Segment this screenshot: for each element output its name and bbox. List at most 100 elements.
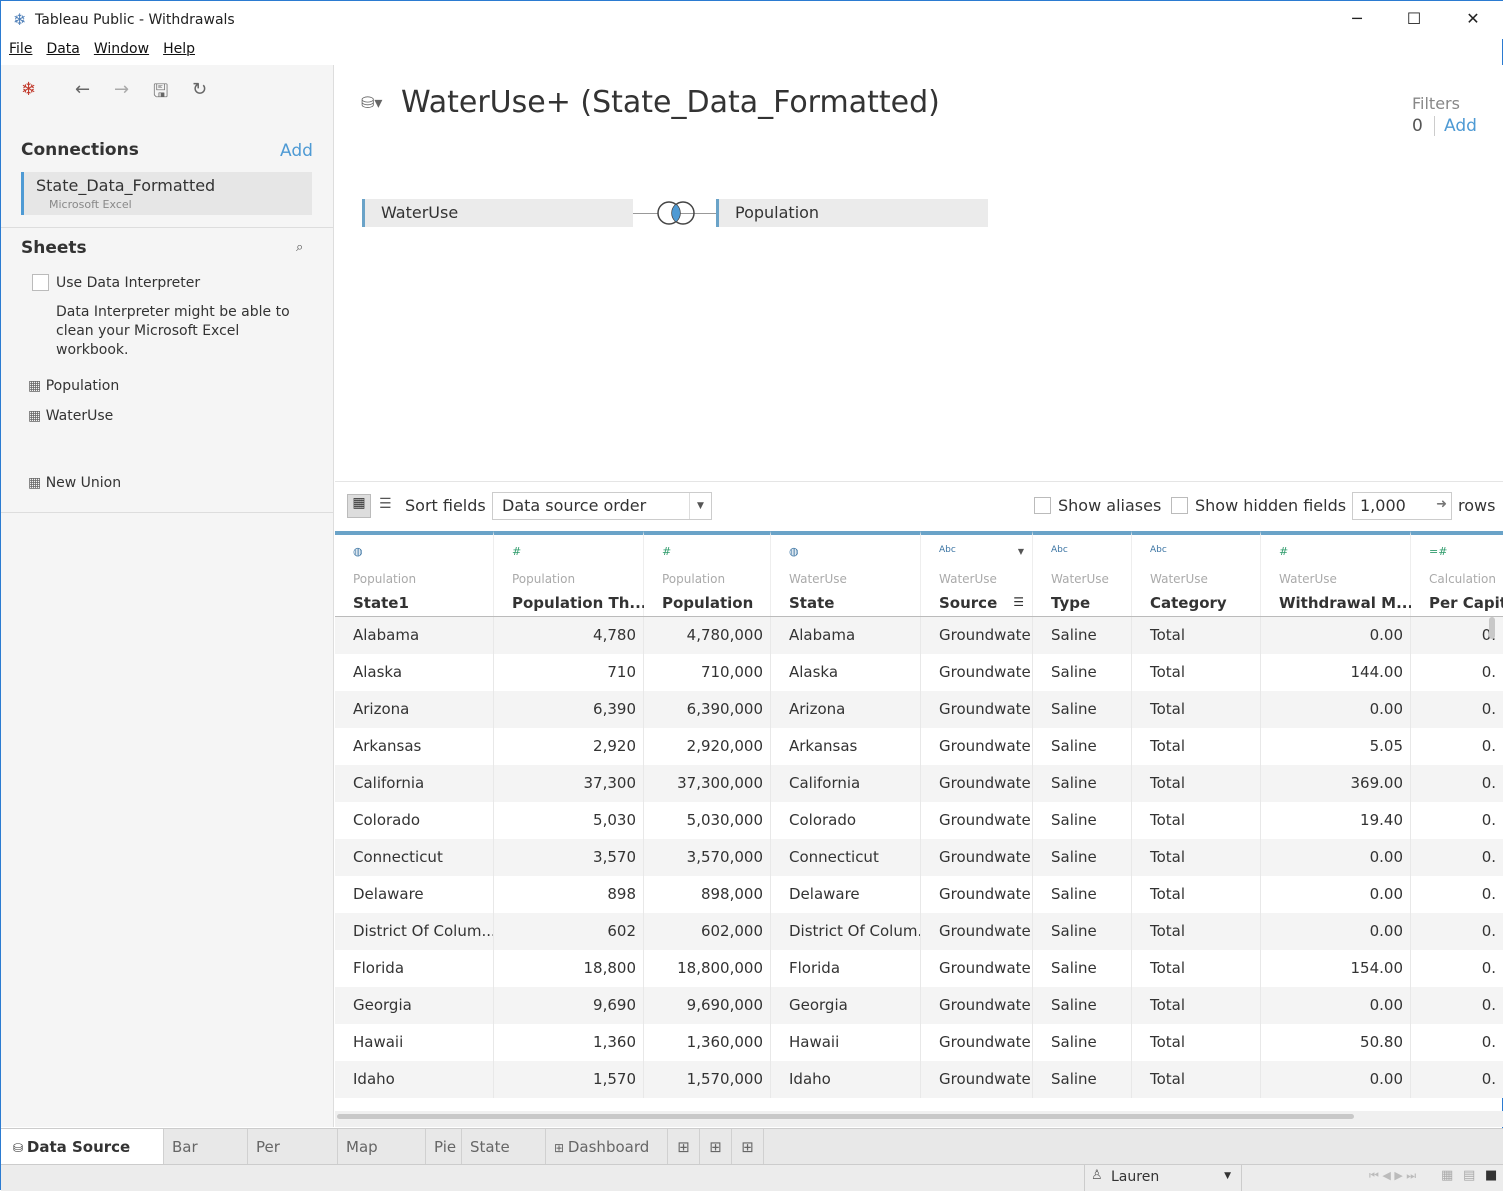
- column-name[interactable]: Per Capita (: [1429, 594, 1503, 612]
- horizontal-scrollbar[interactable]: [335, 1111, 1503, 1127]
- chevron-down-icon: ▼: [689, 493, 711, 519]
- table-cell: Florida: [771, 950, 921, 987]
- globe-icon[interactable]: ◍: [789, 545, 799, 558]
- column-header[interactable]: # Population Population Th...: [494, 531, 647, 617]
- sheet-tab[interactable]: Bar Chart: [164, 1129, 248, 1192]
- column-name[interactable]: Category: [1150, 594, 1227, 612]
- sheet-tab[interactable]: ⊞ Dashboard 1: [546, 1129, 668, 1193]
- add-connection-link[interactable]: Add: [280, 141, 313, 161]
- number-type-icon[interactable]: =#: [1429, 545, 1447, 558]
- table-cell: 5,030: [494, 802, 644, 839]
- sheet-navigation-icons[interactable]: ⏮ ◀ ▶ ⏭: [1369, 1169, 1416, 1183]
- scrollbar-thumb[interactable]: [337, 1114, 1354, 1119]
- sheet-tab[interactable]: Per Capita: [248, 1129, 338, 1192]
- sort-fields-dropdown[interactable]: Data source order ▼: [492, 492, 712, 520]
- sheets-heading: Sheets: [21, 238, 87, 258]
- table-cell: 18,800: [494, 950, 644, 987]
- globe-icon[interactable]: ◍: [353, 545, 363, 558]
- maximize-button[interactable]: ☐: [1394, 9, 1434, 28]
- save-icon[interactable]: 🖫: [153, 79, 168, 109]
- table-cell: 710,000: [644, 654, 771, 691]
- table-cell: 5,030,000: [644, 802, 771, 839]
- sort-fields-label: Sort fields: [405, 496, 486, 515]
- column-name[interactable]: Population: [662, 594, 753, 612]
- datasource-title[interactable]: WaterUse+ (State_Data_Formatted): [401, 85, 940, 120]
- table-cell: 2,920: [494, 728, 644, 765]
- home-icon[interactable]: ❄: [21, 79, 36, 100]
- sheet-item-population[interactable]: ▦ Population: [28, 378, 119, 394]
- column-header[interactable]: ◍ WaterUse State: [771, 531, 921, 617]
- inner-join-icon[interactable]: [655, 200, 697, 226]
- table-cell: Saline: [1033, 617, 1132, 654]
- menu-file[interactable]: File: [9, 41, 32, 57]
- table-row: Colorado 5,030 5,030,000 Colorado Groundwate…: [335, 802, 1503, 839]
- list-view-icon[interactable]: ☰: [379, 496, 392, 512]
- number-type-icon[interactable]: #: [662, 545, 671, 558]
- column-name[interactable]: State1: [353, 594, 409, 612]
- column-header[interactable]: Abc WaterUse Source ▼ ☰: [921, 531, 1033, 617]
- column-name[interactable]: State: [789, 594, 834, 612]
- sheet-tab[interactable]: State Bar: [462, 1129, 546, 1192]
- close-button[interactable]: ✕: [1453, 9, 1493, 28]
- new-story-icon[interactable]: ⊞: [732, 1129, 764, 1165]
- rows-input[interactable]: 1,000 ➜: [1352, 492, 1452, 520]
- column-name[interactable]: Population Th...: [512, 594, 647, 612]
- menu-data[interactable]: Data: [46, 41, 79, 57]
- column-header[interactable]: # Population Population: [644, 531, 771, 617]
- column-name[interactable]: Withdrawal M...: [1279, 594, 1413, 612]
- vertical-scrollbar-thumb[interactable]: [1489, 617, 1495, 639]
- column-header[interactable]: =# Calculation Per Capita (: [1411, 531, 1503, 617]
- arrow-right-icon[interactable]: ➜: [1436, 497, 1447, 512]
- show-sheet-sorter-icon[interactable]: ▤: [1463, 1168, 1475, 1183]
- table-cell: Total: [1132, 691, 1261, 728]
- datasource-icon[interactable]: ⛁▾: [361, 93, 382, 112]
- sheet-tab[interactable]: ⛁ Data Source: [1, 1129, 164, 1165]
- connection-item[interactable]: State_Data_Formatted Microsoft Excel: [21, 172, 312, 215]
- refresh-icon[interactable]: ↻: [192, 79, 207, 100]
- minimize-button[interactable]: ─: [1337, 9, 1377, 28]
- column-menu-icon[interactable]: ▼: [1018, 547, 1024, 556]
- table-cell: 2,920,000: [644, 728, 771, 765]
- column-header[interactable]: # WaterUse Withdrawal M...: [1261, 531, 1413, 617]
- column-name[interactable]: Source: [939, 594, 997, 612]
- column-header[interactable]: ◍ Population State1: [335, 531, 494, 617]
- column-header[interactable]: Abc WaterUse Type: [1033, 531, 1132, 617]
- new-dashboard-icon[interactable]: ⊞: [700, 1129, 732, 1165]
- dashboard-icon: ⊞: [554, 1141, 568, 1155]
- number-type-icon[interactable]: #: [512, 545, 521, 558]
- table-cell: Saline: [1033, 876, 1132, 913]
- table-cell: Groundwater: [921, 950, 1033, 987]
- string-type-icon[interactable]: Abc: [1150, 545, 1167, 555]
- sheet-item-wateruse[interactable]: ▦ WaterUse: [28, 408, 113, 424]
- table-cell: District Of Colum...: [771, 913, 921, 950]
- menu-window[interactable]: Window: [94, 41, 149, 57]
- search-icon[interactable]: ⌕: [296, 240, 303, 255]
- new-union-item[interactable]: ▦ New Union: [28, 475, 121, 491]
- table-pill-wateruse[interactable]: WaterUse: [362, 199, 633, 227]
- show-aliases-checkbox[interactable]: [1034, 497, 1051, 514]
- back-icon[interactable]: ←: [75, 79, 90, 100]
- add-filter-link[interactable]: Add: [1444, 116, 1477, 136]
- number-type-icon[interactable]: #: [1279, 545, 1288, 558]
- data-interpreter-checkbox[interactable]: [32, 274, 49, 291]
- string-type-icon[interactable]: Abc: [939, 545, 956, 555]
- column-name[interactable]: Type: [1051, 594, 1090, 612]
- column-source: WaterUse: [1051, 572, 1109, 586]
- table-cell: 5.05: [1261, 728, 1411, 765]
- table-cell: Connecticut: [335, 839, 494, 876]
- sheet-tab[interactable]: Map Total: [338, 1129, 426, 1192]
- grid-view-icon[interactable]: ▦: [347, 494, 371, 518]
- show-hidden-checkbox[interactable]: [1171, 497, 1188, 514]
- column-header[interactable]: Abc WaterUse Category: [1132, 531, 1261, 617]
- new-worksheet-icon[interactable]: ⊞: [668, 1129, 700, 1165]
- forward-icon[interactable]: →: [114, 79, 129, 100]
- show-tabs-icon[interactable]: ■: [1485, 1168, 1497, 1183]
- table-row: Hawaii 1,360 1,360,000 Hawaii Groundwater Sal…: [335, 1024, 1503, 1061]
- user-dropdown[interactable]: ♙ Lauren ▼: [1084, 1165, 1242, 1191]
- sort-icon[interactable]: ☰: [1013, 595, 1024, 609]
- menu-help[interactable]: Help: [163, 41, 195, 57]
- show-filmstrip-icon[interactable]: ▦: [1441, 1168, 1453, 1183]
- sheet-tab[interactable]: Pie: [426, 1129, 462, 1165]
- table-pill-population[interactable]: Population: [716, 199, 988, 227]
- string-type-icon[interactable]: Abc: [1051, 545, 1068, 555]
